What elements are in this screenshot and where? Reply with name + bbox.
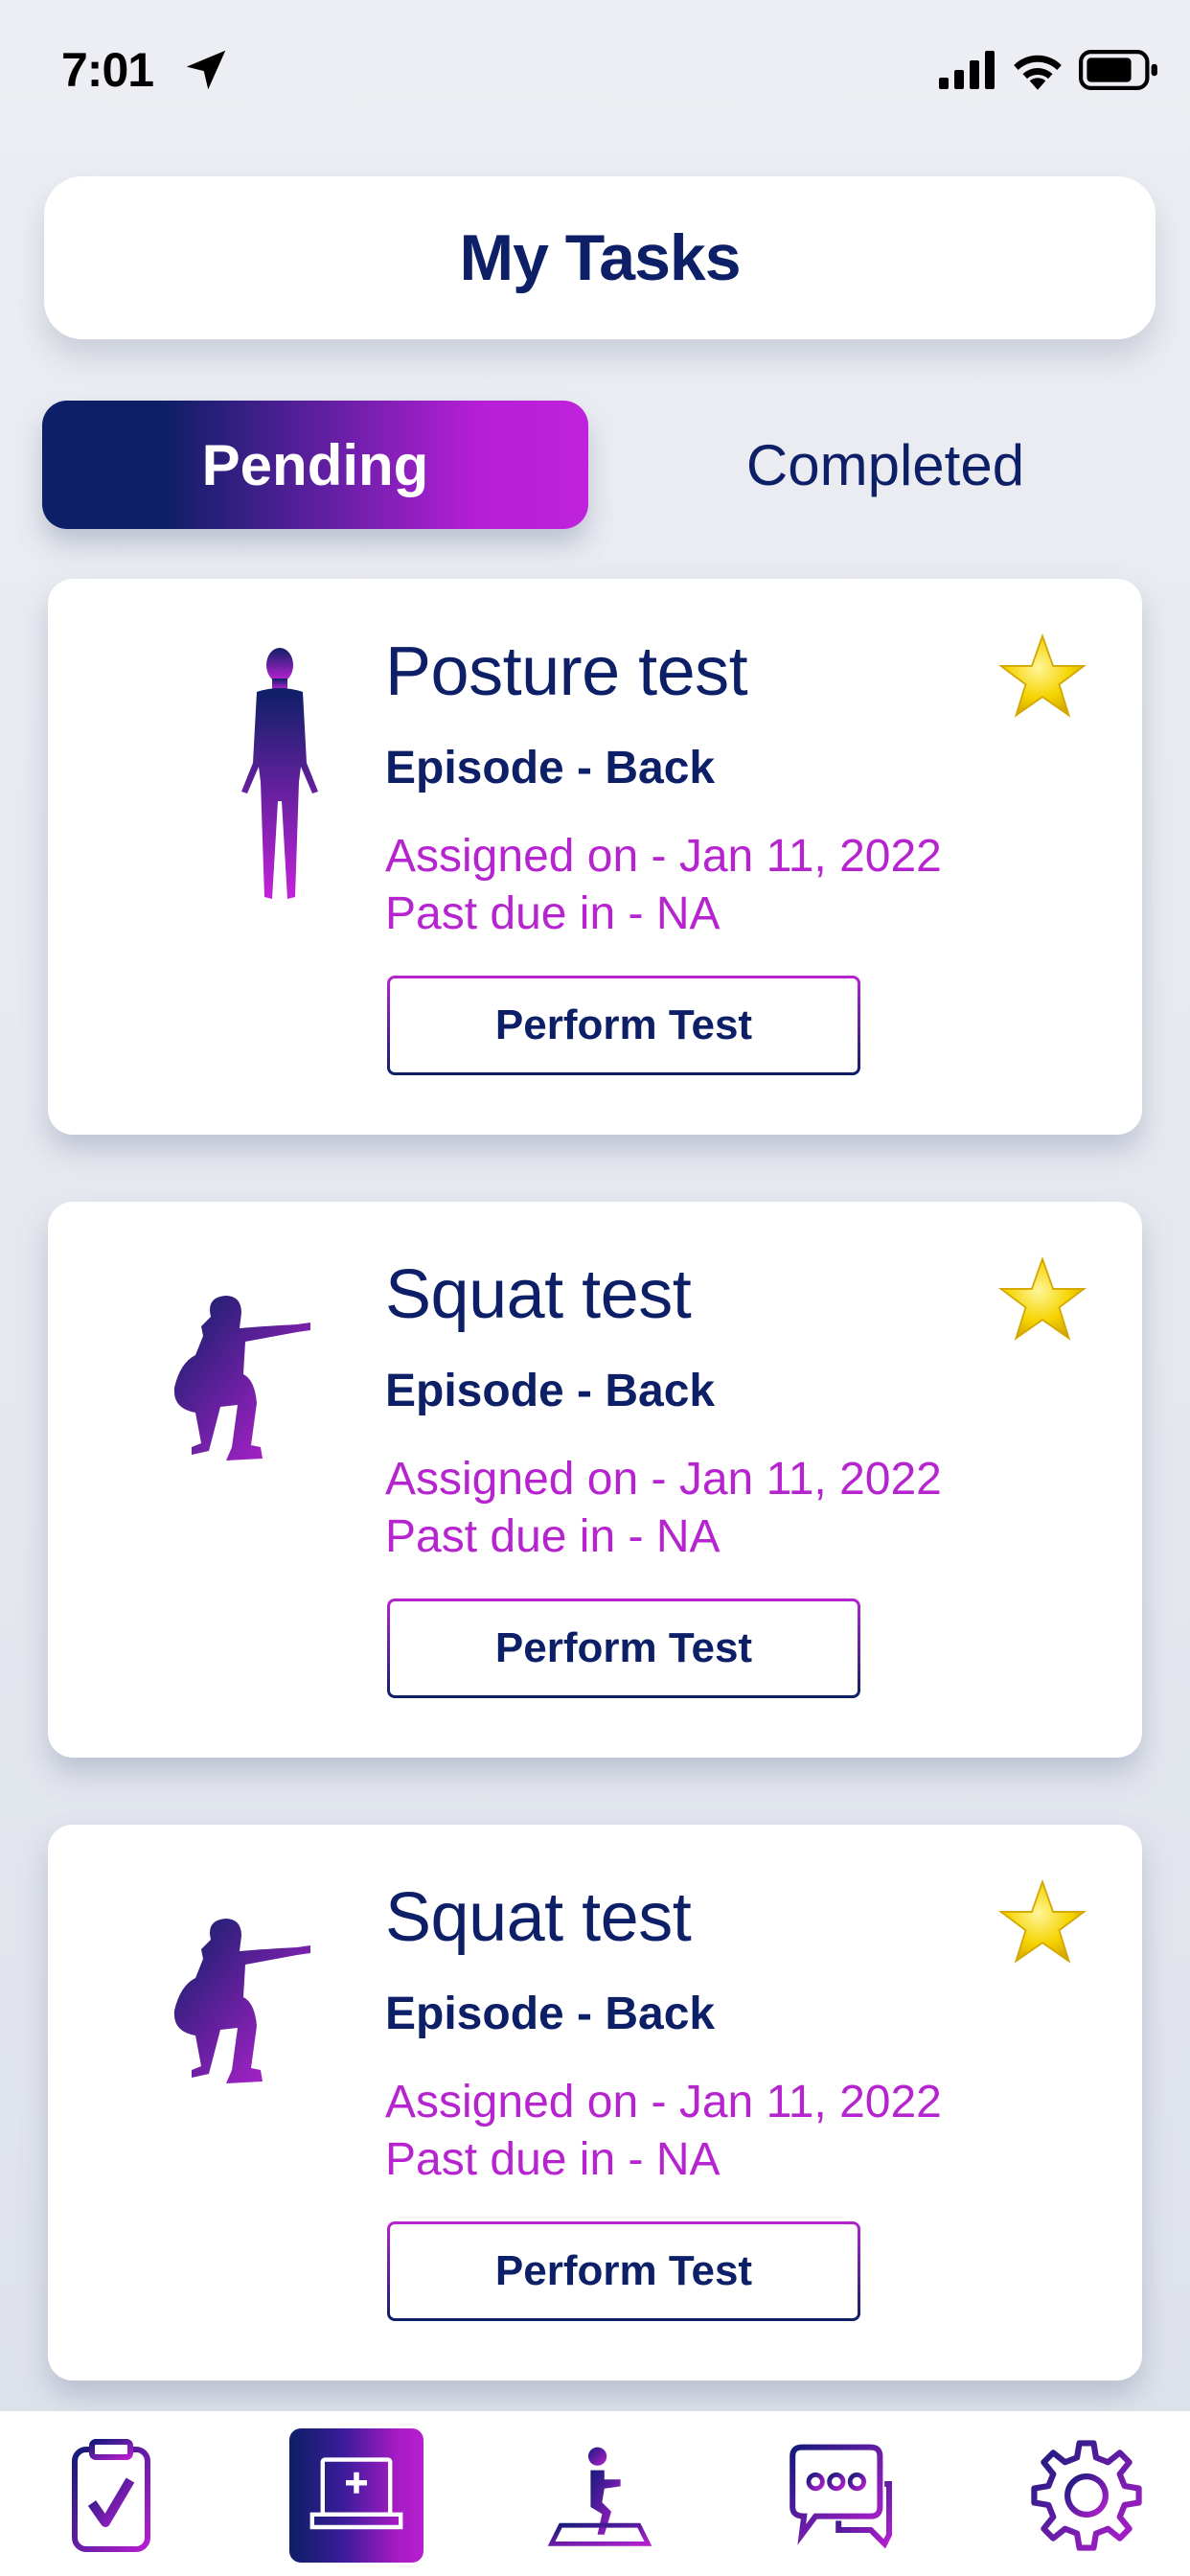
- star-icon[interactable]: [998, 632, 1087, 721]
- perform-test-button[interactable]: Perform Test: [387, 976, 860, 1075]
- task-assigned-date: Assigned on - Jan 11, 2022: [385, 831, 942, 882]
- chat-bubbles-icon: [790, 2444, 892, 2549]
- tab-completed[interactable]: Completed: [617, 401, 1154, 529]
- header-card: My Tasks: [44, 176, 1156, 339]
- task-due-date: Past due in - NA: [385, 1511, 721, 1562]
- nav-tasks[interactable]: [44, 2428, 178, 2563]
- task-due-date: Past due in - NA: [385, 2134, 721, 2185]
- task-card: Posture test Episode - Back Assigned on …: [48, 579, 1142, 1135]
- battery-icon: [1079, 50, 1157, 90]
- tab-pending[interactable]: Pending: [42, 401, 588, 529]
- status-time: 7:01: [61, 43, 154, 97]
- task-title: Squat test: [385, 1256, 692, 1333]
- standing-person-icon: [241, 648, 318, 899]
- laptop-plus-icon: [309, 2457, 403, 2530]
- perform-test-button[interactable]: Perform Test: [387, 1598, 860, 1698]
- clipboard-check-icon: [72, 2439, 150, 2552]
- task-due-date: Past due in - NA: [385, 888, 721, 939]
- task-card: Squat test Episode - Back Assigned on - …: [48, 1825, 1142, 2380]
- squat-mat-icon: [547, 2447, 652, 2546]
- squatting-person-icon: [173, 1296, 310, 1460]
- wifi-icon: [1014, 55, 1062, 90]
- squatting-person-icon: [173, 1919, 310, 2083]
- location-arrow-icon: [186, 50, 226, 90]
- task-episode: Episode - Back: [385, 1989, 716, 2039]
- task-episode: Episode - Back: [385, 743, 716, 794]
- status-bar: 7:01: [0, 0, 1190, 144]
- nav-settings[interactable]: [1019, 2428, 1154, 2563]
- task-title: Squat test: [385, 1879, 692, 1956]
- task-assigned-date: Assigned on - Jan 11, 2022: [385, 1454, 942, 1505]
- perform-test-button[interactable]: Perform Test: [387, 2221, 860, 2321]
- nav-exercise[interactable]: [533, 2428, 667, 2563]
- task-tabs: Pending Completed: [42, 401, 1154, 529]
- nav-messages[interactable]: [776, 2428, 910, 2563]
- task-card: Squat test Episode - Back Assigned on - …: [48, 1202, 1142, 1758]
- star-icon[interactable]: [998, 1255, 1087, 1344]
- gear-icon: [1031, 2440, 1142, 2551]
- nav-telehealth[interactable]: [289, 2428, 423, 2563]
- page-title: My Tasks: [459, 221, 741, 294]
- star-icon[interactable]: [998, 1878, 1087, 1966]
- cellular-signal-icon: [939, 51, 995, 89]
- task-episode: Episode - Back: [385, 1366, 716, 1416]
- task-title: Posture test: [385, 633, 748, 710]
- bottom-nav: [0, 2411, 1190, 2576]
- task-assigned-date: Assigned on - Jan 11, 2022: [385, 2077, 942, 2128]
